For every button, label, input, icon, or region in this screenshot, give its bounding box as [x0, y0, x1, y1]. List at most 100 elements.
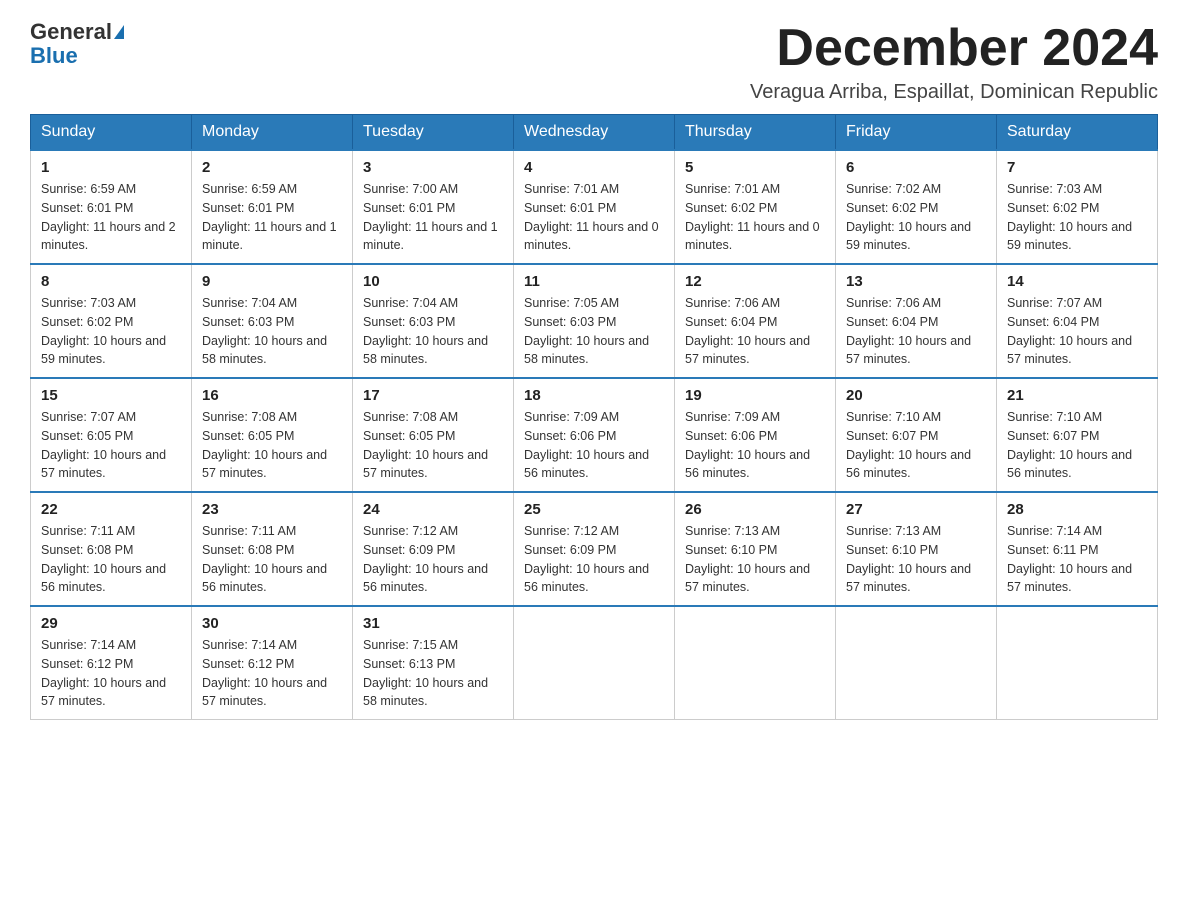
- day-number: 29: [41, 615, 181, 632]
- day-number: 25: [524, 501, 664, 518]
- calendar-table: SundayMondayTuesdayWednesdayThursdayFrid…: [30, 114, 1158, 720]
- calendar-body: 1Sunrise: 6:59 AMSunset: 6:01 PMDaylight…: [31, 150, 1158, 720]
- calendar-cell: 19Sunrise: 7:09 AMSunset: 6:06 PMDayligh…: [675, 378, 836, 492]
- day-number: 13: [846, 273, 986, 290]
- month-title: December 2024: [750, 20, 1158, 77]
- day-info: Sunrise: 7:07 AMSunset: 6:04 PMDaylight:…: [1007, 294, 1147, 369]
- day-info: Sunrise: 7:03 AMSunset: 6:02 PMDaylight:…: [1007, 180, 1147, 255]
- day-info: Sunrise: 7:14 AMSunset: 6:12 PMDaylight:…: [41, 636, 181, 711]
- day-info: Sunrise: 7:12 AMSunset: 6:09 PMDaylight:…: [363, 522, 503, 597]
- calendar-cell: [836, 606, 997, 720]
- day-number: 10: [363, 273, 503, 290]
- day-number: 3: [363, 159, 503, 176]
- day-info: Sunrise: 7:15 AMSunset: 6:13 PMDaylight:…: [363, 636, 503, 711]
- day-info: Sunrise: 7:01 AMSunset: 6:02 PMDaylight:…: [685, 180, 825, 255]
- week-row-4: 22Sunrise: 7:11 AMSunset: 6:08 PMDayligh…: [31, 492, 1158, 606]
- calendar-cell: 2 Sunrise: 6:59 AMSunset: 6:01 PMDaylight…: [192, 150, 353, 264]
- calendar-cell: 27 Sunrise: 7:13 AMSunset: 6:10 PMDayligh…: [836, 492, 997, 606]
- day-number: 9: [202, 273, 342, 290]
- calendar-cell: [675, 606, 836, 720]
- day-number: 12: [685, 273, 825, 290]
- day-number: 27: [846, 501, 986, 518]
- page-header: General Blue December 2024 Veragua Arrib…: [30, 20, 1158, 104]
- day-info: Sunrise: 7:08 AMSunset: 6:05 PMDaylight:…: [202, 408, 342, 483]
- calendar-cell: 30 Sunrise: 7:14 AMSunset: 6:12 PMDayligh…: [192, 606, 353, 720]
- calendar-cell: 13Sunrise: 7:06 AMSunset: 6:04 PMDayligh…: [836, 264, 997, 378]
- header-day-thursday: Thursday: [675, 115, 836, 151]
- day-info: Sunrise: 7:05 AMSunset: 6:03 PMDaylight:…: [524, 294, 664, 369]
- day-number: 28: [1007, 501, 1147, 518]
- calendar-cell: 26Sunrise: 7:13 AMSunset: 6:10 PMDayligh…: [675, 492, 836, 606]
- week-row-3: 15 Sunrise: 7:07 AMSunset: 6:05 PMDayligh…: [31, 378, 1158, 492]
- calendar-cell: 14 Sunrise: 7:07 AMSunset: 6:04 PMDayligh…: [997, 264, 1158, 378]
- day-number: 14: [1007, 273, 1147, 290]
- week-row-5: 29 Sunrise: 7:14 AMSunset: 6:12 PMDayligh…: [31, 606, 1158, 720]
- calendar-cell: 17 Sunrise: 7:08 AMSunset: 6:05 PMDayligh…: [353, 378, 514, 492]
- day-number: 15: [41, 387, 181, 404]
- calendar-cell: 6 Sunrise: 7:02 AMSunset: 6:02 PMDaylight…: [836, 150, 997, 264]
- calendar-cell: 29 Sunrise: 7:14 AMSunset: 6:12 PMDayligh…: [31, 606, 192, 720]
- calendar-cell: 24Sunrise: 7:12 AMSunset: 6:09 PMDayligh…: [353, 492, 514, 606]
- calendar-cell: 1Sunrise: 6:59 AMSunset: 6:01 PMDaylight…: [31, 150, 192, 264]
- day-number: 23: [202, 501, 342, 518]
- day-info: Sunrise: 7:02 AMSunset: 6:02 PMDaylight:…: [846, 180, 986, 255]
- calendar-cell: 16 Sunrise: 7:08 AMSunset: 6:05 PMDayligh…: [192, 378, 353, 492]
- day-number: 4: [524, 159, 664, 176]
- day-info: Sunrise: 7:04 AMSunset: 6:03 PMDaylight:…: [202, 294, 342, 369]
- week-row-2: 8 Sunrise: 7:03 AMSunset: 6:02 PMDaylight…: [31, 264, 1158, 378]
- day-number: 11: [524, 273, 664, 290]
- day-number: 8: [41, 273, 181, 290]
- day-number: 2: [202, 159, 342, 176]
- day-number: 20: [846, 387, 986, 404]
- day-number: 21: [1007, 387, 1147, 404]
- calendar-cell: 20Sunrise: 7:10 AMSunset: 6:07 PMDayligh…: [836, 378, 997, 492]
- location-text: Veragua Arriba, Espaillat, Dominican Rep…: [750, 81, 1158, 104]
- calendar-cell: 11 Sunrise: 7:05 AMSunset: 6:03 PMDayligh…: [514, 264, 675, 378]
- day-info: Sunrise: 7:06 AMSunset: 6:04 PMDaylight:…: [685, 294, 825, 369]
- day-number: 6: [846, 159, 986, 176]
- day-number: 7: [1007, 159, 1147, 176]
- day-info: Sunrise: 7:09 AMSunset: 6:06 PMDaylight:…: [685, 408, 825, 483]
- calendar-cell: [514, 606, 675, 720]
- logo-blue-text: Blue: [30, 43, 78, 68]
- calendar-cell: 12 Sunrise: 7:06 AMSunset: 6:04 PMDayligh…: [675, 264, 836, 378]
- day-info: Sunrise: 6:59 AMSunset: 6:01 PMDaylight:…: [202, 180, 342, 255]
- day-number: 30: [202, 615, 342, 632]
- day-info: Sunrise: 7:10 AMSunset: 6:07 PMDaylight:…: [1007, 408, 1147, 483]
- calendar-cell: 23Sunrise: 7:11 AMSunset: 6:08 PMDayligh…: [192, 492, 353, 606]
- calendar-cell: 9 Sunrise: 7:04 AMSunset: 6:03 PMDaylight…: [192, 264, 353, 378]
- day-number: 26: [685, 501, 825, 518]
- header-row: SundayMondayTuesdayWednesdayThursdayFrid…: [31, 115, 1158, 151]
- day-info: Sunrise: 7:13 AMSunset: 6:10 PMDaylight:…: [846, 522, 986, 597]
- day-number: 31: [363, 615, 503, 632]
- calendar-cell: 3Sunrise: 7:00 AMSunset: 6:01 PMDaylight…: [353, 150, 514, 264]
- calendar-cell: 4Sunrise: 7:01 AMSunset: 6:01 PMDaylight…: [514, 150, 675, 264]
- day-info: Sunrise: 7:12 AMSunset: 6:09 PMDaylight:…: [524, 522, 664, 597]
- day-info: Sunrise: 7:14 AMSunset: 6:11 PMDaylight:…: [1007, 522, 1147, 597]
- calendar-cell: 28 Sunrise: 7:14 AMSunset: 6:11 PMDayligh…: [997, 492, 1158, 606]
- day-info: Sunrise: 7:03 AMSunset: 6:02 PMDaylight:…: [41, 294, 181, 369]
- day-info: Sunrise: 7:08 AMSunset: 6:05 PMDaylight:…: [363, 408, 503, 483]
- header-day-saturday: Saturday: [997, 115, 1158, 151]
- calendar-cell: 10 Sunrise: 7:04 AMSunset: 6:03 PMDayligh…: [353, 264, 514, 378]
- day-number: 16: [202, 387, 342, 404]
- day-number: 22: [41, 501, 181, 518]
- day-info: Sunrise: 7:04 AMSunset: 6:03 PMDaylight:…: [363, 294, 503, 369]
- header-day-sunday: Sunday: [31, 115, 192, 151]
- logo-general-text: General: [30, 20, 112, 44]
- week-row-1: 1Sunrise: 6:59 AMSunset: 6:01 PMDaylight…: [31, 150, 1158, 264]
- calendar-cell: 25 Sunrise: 7:12 AMSunset: 6:09 PMDayligh…: [514, 492, 675, 606]
- header-day-friday: Friday: [836, 115, 997, 151]
- day-number: 18: [524, 387, 664, 404]
- calendar-cell: 7 Sunrise: 7:03 AMSunset: 6:02 PMDaylight…: [997, 150, 1158, 264]
- day-number: 17: [363, 387, 503, 404]
- header-day-monday: Monday: [192, 115, 353, 151]
- logo: General Blue: [30, 20, 124, 68]
- day-number: 5: [685, 159, 825, 176]
- calendar-cell: 18Sunrise: 7:09 AMSunset: 6:06 PMDayligh…: [514, 378, 675, 492]
- title-block: December 2024 Veragua Arriba, Espaillat,…: [750, 20, 1158, 104]
- day-info: Sunrise: 7:14 AMSunset: 6:12 PMDaylight:…: [202, 636, 342, 711]
- day-info: Sunrise: 7:07 AMSunset: 6:05 PMDaylight:…: [41, 408, 181, 483]
- calendar-cell: [997, 606, 1158, 720]
- calendar-cell: 21 Sunrise: 7:10 AMSunset: 6:07 PMDayligh…: [997, 378, 1158, 492]
